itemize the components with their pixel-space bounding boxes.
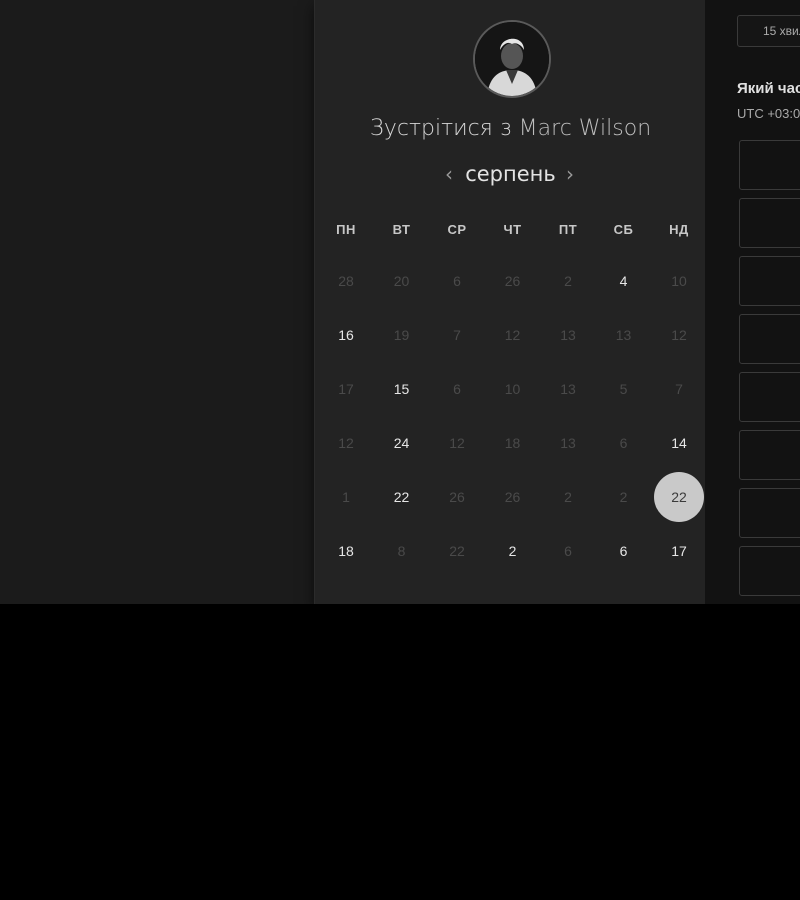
calendar-day: 19 [393, 327, 410, 343]
calendar-day: 13 [560, 381, 576, 397]
calendar-day[interactable]: 14 [654, 418, 704, 468]
month-label: серпень [465, 162, 556, 186]
time-slot-button[interactable] [739, 140, 800, 190]
calendar-day: 7 [675, 381, 683, 397]
weekday-label: НД [669, 222, 689, 237]
booking-calendar-card: Зустрітися з Marc Wilson ‹ серпень › ПН В… [314, 0, 707, 604]
weekday-label: ЧТ [503, 222, 522, 237]
title-prefix: Зустрітися з [369, 116, 512, 141]
host-avatar [473, 20, 551, 98]
calendar-day: 18 [504, 435, 521, 451]
calendar-day: 12 [338, 435, 354, 451]
calendar-day[interactable]: 2 [488, 526, 538, 576]
calendar-day: 26 [504, 489, 521, 505]
selected-day[interactable]: 22 [654, 472, 704, 522]
calendar-day[interactable]: 6 [599, 526, 649, 576]
meeting-title: Зустрітися з Marc Wilson [315, 116, 706, 141]
calendar-day: 12 [449, 435, 465, 451]
calendar-day[interactable]: 22 [377, 472, 427, 522]
calendar-day: 13 [560, 327, 576, 343]
time-selection-panel: 15 хвилин Який час вам підходить? UTC +0… [705, 0, 800, 604]
calendar-day: 6 [453, 273, 461, 289]
calendar-day: 17 [338, 381, 354, 397]
duration-select[interactable]: 15 хвилин [737, 15, 800, 47]
calendar-day: 10 [671, 273, 687, 289]
weekday-label: ВТ [392, 222, 411, 237]
time-question-heading: Який час вам підходить? [737, 80, 800, 97]
time-slot-button[interactable] [739, 372, 800, 422]
calendar-day: 28 [338, 273, 354, 289]
calendar-day: 8 [397, 543, 406, 559]
calendar-day: 12 [671, 327, 687, 343]
calendar-day: 13 [615, 327, 632, 343]
calendar-day: 1 [342, 489, 350, 505]
time-slot-button[interactable] [739, 256, 800, 306]
calendar-day: 7 [453, 327, 461, 343]
time-slot-button[interactable] [739, 198, 800, 248]
calendar-day: 6 [564, 543, 572, 559]
time-slot-button[interactable] [739, 546, 800, 596]
calendar-day: 2 [619, 489, 628, 505]
calendar-day[interactable]: 18 [321, 526, 371, 576]
weekday-label: ПН [336, 222, 356, 237]
weekday-header-row: ПН ВТ СР ЧТ ПТ СБ НД [318, 222, 706, 240]
person-avatar-icon [475, 22, 549, 96]
month-navigation: ‹ серпень › [315, 162, 706, 190]
timezone-label[interactable]: UTC +03:00 [737, 106, 800, 121]
calendar-day: 6 [619, 435, 628, 451]
calendar-day[interactable]: 24 [377, 418, 427, 468]
weekday-label: ПТ [558, 222, 578, 237]
calendar-day[interactable]: 16 [321, 310, 371, 360]
chevron-right-icon[interactable]: › [566, 162, 574, 186]
left-backdrop [0, 0, 314, 604]
weekday-label: СБ [613, 222, 634, 237]
calendar-day[interactable]: 4 [599, 256, 649, 306]
weekday-label: СР [447, 222, 467, 237]
overlay-backdrop [0, 604, 800, 900]
calendar-day: 5 [619, 381, 628, 397]
calendar-day: 12 [504, 327, 521, 343]
calendar-day[interactable]: 15 [377, 364, 427, 414]
calendar-day: 26 [449, 489, 465, 505]
time-slot-button[interactable] [739, 314, 800, 364]
time-slot-button[interactable] [739, 430, 800, 480]
calendar-day: 26 [504, 273, 521, 289]
calendar-day: 2 [564, 489, 572, 505]
calendar-day: 20 [393, 273, 410, 289]
host-name: Marc Wilson [518, 116, 652, 141]
calendar-day[interactable]: 17 [654, 526, 704, 576]
calendar-day: 13 [560, 435, 576, 451]
calendar-day-grid: 28 20 6 26 2 4 10 16 19 7 12 13 13 12 17 15 6 10 13 5 7 12 24 1… [318, 256, 706, 580]
calendar-day: 6 [453, 381, 461, 397]
calendar-day: 10 [504, 381, 521, 397]
calendar-day: 2 [564, 273, 572, 289]
time-slot-button[interactable] [739, 488, 800, 538]
calendar-day: 22 [449, 543, 465, 559]
